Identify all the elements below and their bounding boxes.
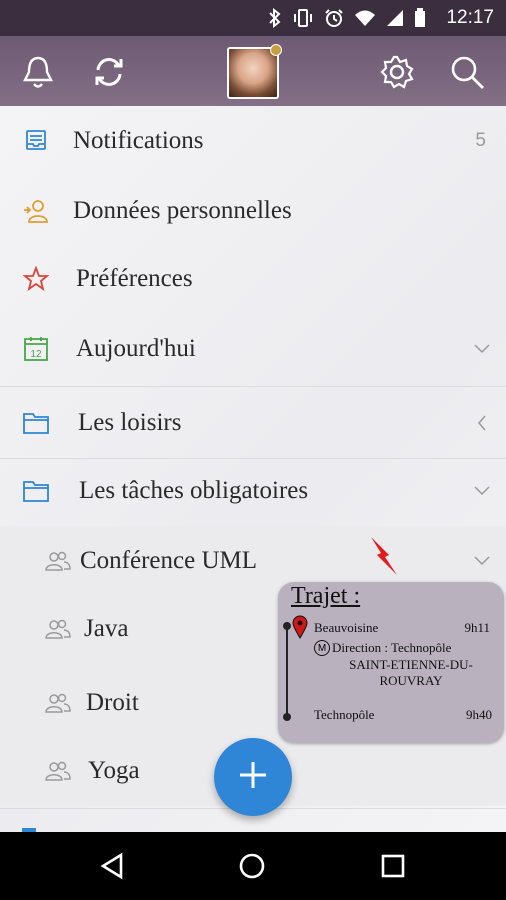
battery-icon	[414, 8, 426, 33]
menu-item-personal-data[interactable]: Données personnelles	[0, 186, 506, 236]
group-icon	[44, 615, 72, 643]
menu-item-label: Préférences	[76, 265, 193, 292]
folder-icon	[22, 409, 50, 437]
route-to-time: 9h40	[466, 707, 492, 722]
metro-icon: M	[314, 640, 330, 656]
menu-item-notifications[interactable]: Notifications 5	[0, 116, 506, 166]
popup-title: Trajet :	[291, 583, 361, 609]
notification-count-badge: 5	[475, 130, 486, 151]
avatar[interactable]	[227, 47, 279, 99]
route-from-stop: Beauvoisine	[314, 620, 379, 635]
divider	[0, 458, 506, 459]
vibrate-icon	[292, 8, 314, 33]
recents-icon[interactable]	[379, 852, 407, 880]
chevron-down-icon[interactable]	[472, 551, 492, 571]
group-icon	[44, 689, 72, 717]
chevron-down-icon[interactable]	[472, 339, 492, 359]
route-direction: Direction : Technopôle	[332, 640, 452, 655]
menu-item-mandatory-tasks[interactable]: Les tâches obligatoires	[0, 466, 506, 516]
home-icon[interactable]	[238, 852, 266, 880]
wifi-icon	[354, 9, 376, 32]
menu-item-label: Les loisirs	[78, 409, 182, 436]
inbox-icon	[22, 127, 50, 155]
menu-item-today[interactable]: 12 Aujourd'hui	[0, 324, 506, 374]
star-icon	[22, 265, 50, 293]
submenu-item-uml-conference[interactable]: Conférence UML	[0, 536, 506, 586]
system-nav-bar	[0, 832, 506, 900]
chevron-down-icon[interactable]	[472, 481, 492, 501]
search-icon[interactable]	[447, 52, 487, 92]
plus-icon	[237, 759, 269, 796]
back-icon[interactable]	[98, 852, 126, 880]
submenu-item-label: Conférence UML	[80, 547, 258, 574]
divider	[0, 386, 506, 387]
folder-icon	[22, 477, 50, 505]
menu-item-label: Notifications	[73, 127, 204, 154]
route-from-time: 9h11	[464, 620, 490, 635]
alarm-icon	[324, 8, 344, 33]
menu-item-label: Aujourd'hui	[76, 335, 196, 362]
status-time: 12:17	[446, 7, 494, 28]
route-to-stop: Technopôle	[314, 707, 375, 722]
refresh-icon[interactable]	[89, 52, 129, 92]
map-pin-icon	[292, 615, 308, 644]
status-bar: 12:17	[0, 0, 506, 36]
group-icon	[44, 547, 72, 575]
app-bar	[0, 36, 506, 106]
menu-item-label: Les tâches obligatoires	[79, 477, 309, 504]
submenu-item-label: Yoga	[88, 757, 140, 784]
add-button[interactable]	[214, 738, 292, 816]
calendar-icon: 12	[22, 335, 50, 363]
svg-text:12: 12	[30, 349, 42, 360]
bell-icon[interactable]	[18, 52, 58, 92]
signal-icon	[386, 9, 404, 32]
lightning-icon	[367, 535, 401, 582]
route-popup[interactable]: Trajet : Beauvoisine 9h11 M Direction : …	[278, 582, 504, 743]
group-icon	[44, 757, 72, 785]
route-timeline	[286, 622, 288, 716]
menu-item-leisure[interactable]: Les loisirs	[0, 398, 506, 448]
menu-item-label: Données personnelles	[73, 197, 292, 224]
route-destination: SAINT-ETIENNE-DU-ROUVRAY	[349, 657, 473, 688]
avatar-star-badge	[270, 44, 282, 56]
gear-icon[interactable]	[377, 52, 417, 92]
bluetooth-icon	[268, 7, 282, 33]
submenu-item-label: Java	[84, 615, 129, 642]
menu-item-preferences[interactable]: Préférences	[0, 254, 506, 304]
chevron-left-icon[interactable]	[472, 413, 492, 433]
submenu-item-label: Droit	[86, 689, 139, 716]
user-add-icon	[22, 197, 50, 225]
